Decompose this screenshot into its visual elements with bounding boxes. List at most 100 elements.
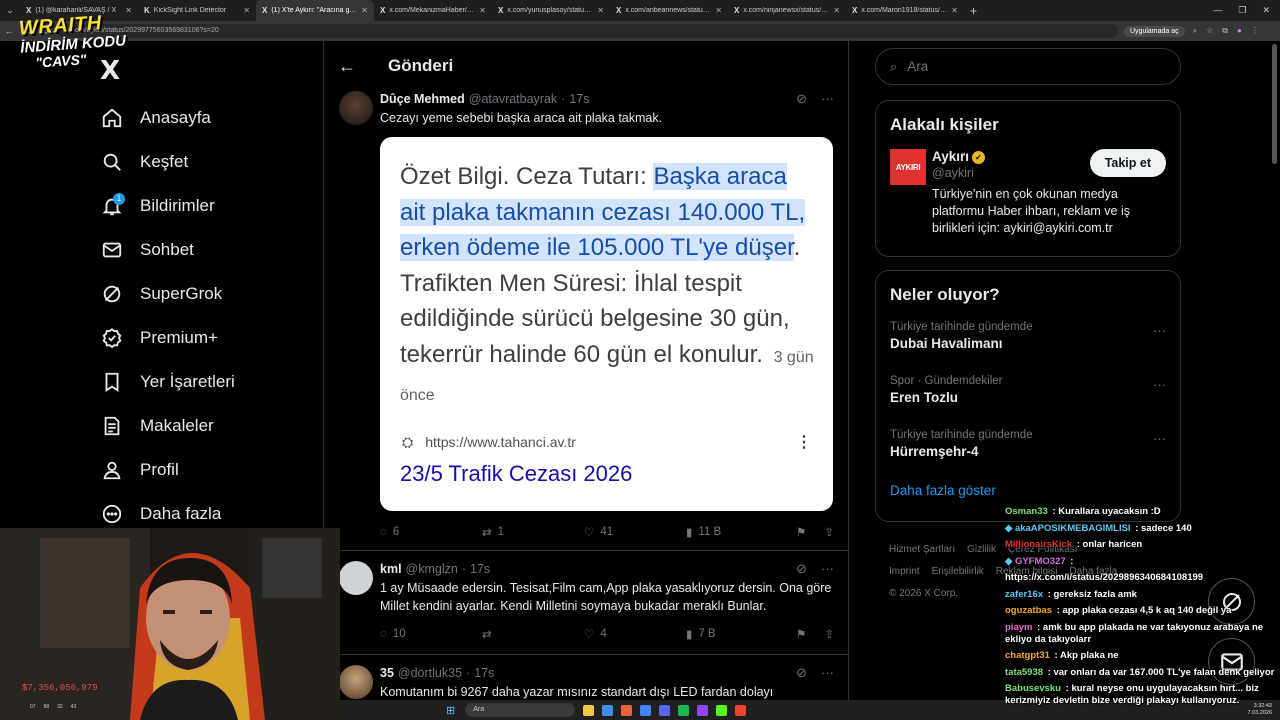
scrollbar[interactable] (1272, 44, 1277, 164)
card-source-url[interactable]: https://www.tahanci.av.tr (425, 434, 576, 450)
minimize-icon[interactable]: — (1213, 5, 1222, 16)
maximize-icon[interactable]: ❐ (1238, 5, 1246, 16)
tab-close-icon[interactable]: ✕ (833, 6, 840, 15)
trend-item[interactable]: Türkiye tarihinde gündemde Dubai Havalim… (876, 309, 1180, 363)
tab-close-icon[interactable]: ✕ (715, 6, 722, 15)
tab-close-icon[interactable]: ✕ (361, 6, 368, 15)
more-options-icon[interactable]: ··· (1153, 377, 1166, 392)
taskbar-app-icon[interactable] (659, 704, 671, 716)
browser-tab[interactable]: K KickSight Link Detector ✕ (138, 0, 256, 21)
terms-link[interactable]: Hizmet Şartları (889, 544, 955, 555)
browser-tab[interactable]: Xx.com/ninjanewsx/status/20299✕ (728, 0, 846, 21)
sidebar-item-articles[interactable]: Makaleler (100, 404, 320, 448)
tab-close-icon[interactable]: ✕ (597, 6, 604, 15)
avatar[interactable] (339, 665, 373, 699)
more-options-icon[interactable]: ··· (821, 91, 834, 107)
taskbar-app-icon[interactable] (583, 704, 595, 716)
avatar[interactable]: AYKIRI (890, 149, 926, 185)
sidebar-item-home[interactable]: Anasayfa (100, 96, 320, 140)
sidebar-item-notifications[interactable]: 1 Bildirimler (100, 184, 320, 228)
more-options-icon[interactable]: ··· (821, 665, 834, 681)
taskbar-app-icon[interactable] (697, 704, 709, 716)
star-icon[interactable]: ☆ (1206, 26, 1213, 36)
sidebar-item-supergrok[interactable]: SuperGrok (100, 272, 320, 316)
more-options-icon[interactable]: ··· (1153, 323, 1166, 338)
share-icon[interactable]: ⇪ (824, 627, 834, 641)
author-name[interactable]: Dûçe Mehmed (380, 92, 465, 106)
sidebar-item-bookmarks[interactable]: Yer İşaretleri (100, 360, 320, 404)
card-result-link[interactable]: 23/5 Trafik Cezası 2026 (400, 461, 632, 487)
taskbar-app-icon[interactable] (735, 704, 747, 716)
show-more-link[interactable]: Daha fazla göster (876, 471, 1180, 510)
browser-tab[interactable]: Xx.com/yunusplasoy/status/203 ✕ (492, 0, 610, 21)
follow-button[interactable]: Takip et (1089, 149, 1166, 177)
repost-button[interactable]: ⇄ 1 (482, 525, 584, 539)
more-options-icon[interactable]: ··· (821, 561, 834, 577)
trend-item[interactable]: Türkiye tarihinde gündemde Hürremşehr-4 … (876, 417, 1180, 471)
taskbar-app-icon[interactable] (640, 704, 652, 716)
taskbar-app-icon[interactable] (602, 704, 614, 716)
url-field[interactable]: x.com/aykiri/status/2029977560356983106?… (58, 24, 1118, 38)
author-handle[interactable]: @dortluk35 (398, 666, 462, 680)
browser-tab-active[interactable]: X(1) X'te Aykırı: "Aracına gelen ce✕ (256, 0, 374, 21)
extensions-icon[interactable]: ⧉ (1222, 26, 1228, 36)
tab-close-icon[interactable]: ✕ (243, 6, 250, 15)
person-card[interactable]: AYKIRI Aykırı ✓ @aykiri Türkiye'nin en ço… (876, 149, 1180, 237)
zoom-icon[interactable]: ⌕ (1193, 26, 1197, 36)
browser-tab[interactable]: Xx.com/anbeannews/status/202 ✕ (610, 0, 728, 21)
open-in-app-button[interactable]: Uygulamada aç (1124, 25, 1185, 37)
bookmark-icon[interactable]: ⚑ (796, 627, 806, 641)
taskbar-search[interactable]: Ara (465, 703, 576, 717)
windows-start-icon[interactable]: ⊞ (446, 704, 455, 717)
taskbar-app-icon[interactable] (716, 704, 728, 716)
tweet-time[interactable]: 17s (569, 92, 589, 106)
bookmark-icon[interactable]: ⚑ (796, 525, 806, 539)
browser-tab[interactable]: Xx.com/Maron1918/status/2030 ✕ (846, 0, 964, 21)
trend-item[interactable]: Spor · Gündemdekiler Eren Tozlu ··· (876, 363, 1180, 417)
author-name[interactable]: kml (380, 562, 402, 576)
views-button[interactable]: ▮ 11 B (686, 525, 788, 539)
imprint-link[interactable]: Imprint (889, 566, 920, 577)
taskbar-app-icon[interactable] (621, 704, 633, 716)
author-handle[interactable]: @kmglzn (406, 562, 458, 576)
share-icon[interactable]: ⇪ (824, 525, 834, 539)
sidebar-item-explore[interactable]: Keşfet (100, 140, 320, 184)
tab-menu-icon[interactable]: ⌄ (0, 0, 20, 21)
browser-menu-icon[interactable]: ⋮ (1251, 26, 1259, 36)
views-button[interactable]: ▮ 7 B (686, 627, 788, 641)
grok-icon[interactable]: ⊘ (796, 91, 807, 107)
tweet-time[interactable]: 17s (470, 562, 490, 576)
tab-close-icon[interactable]: ✕ (951, 6, 958, 15)
avatar[interactable] (339, 561, 373, 595)
sidebar-item-profile[interactable]: Profil (100, 448, 320, 492)
back-arrow-icon[interactable]: ← (338, 56, 364, 77)
tab-close-icon[interactable]: ✕ (125, 6, 132, 15)
sidebar-item-chat[interactable]: Sohbet (100, 228, 320, 272)
author-name[interactable]: 35 (380, 666, 394, 680)
new-tab-icon[interactable]: + (964, 4, 983, 18)
grok-icon[interactable]: ⊘ (796, 665, 807, 681)
privacy-link[interactable]: Gizlilik (967, 544, 996, 555)
browser-back-icon[interactable]: ← (0, 26, 18, 36)
tab-close-icon[interactable]: ✕ (479, 6, 486, 15)
attached-image-card[interactable]: Özet Bilgi. Ceza Tutarı: Başka araca ait… (380, 137, 833, 511)
tweet-time[interactable]: 17s (474, 666, 494, 680)
reply-tweet[interactable]: Dûçe Mehmed @atavratbayrak · 17s ⊘ ··· Ce… (324, 91, 848, 551)
search-input[interactable]: ⌕ Ara (875, 48, 1181, 85)
browser-tab[interactable]: Xx.com/MekanizmaHaber/status/20✕ (374, 0, 492, 21)
profile-icon[interactable]: ● (1237, 26, 1242, 36)
grok-icon[interactable]: ⊘ (796, 561, 807, 577)
author-handle[interactable]: @atavratbayrak (469, 92, 557, 106)
repost-button[interactable]: ⇄ (482, 627, 584, 641)
card-menu-icon[interactable]: ⋮ (796, 432, 812, 452)
more-options-icon[interactable]: ··· (1153, 431, 1166, 446)
reply-tweet[interactable]: kml @kmglzn · 17s ⊘ ··· 1 ay Müsaade eder… (324, 551, 848, 655)
avatar[interactable] (339, 91, 373, 125)
sidebar-item-premium[interactable]: Premium+ (100, 316, 320, 360)
reply-button[interactable]: ◌ 10 (380, 628, 482, 640)
accessibility-link[interactable]: Erişilebilirlik (932, 566, 984, 577)
like-button[interactable]: ♡ 4 (584, 627, 686, 641)
taskbar-app-icon[interactable] (678, 704, 690, 716)
close-window-icon[interactable]: ✕ (1262, 5, 1270, 16)
like-button[interactable]: ♡ 41 (584, 525, 686, 539)
